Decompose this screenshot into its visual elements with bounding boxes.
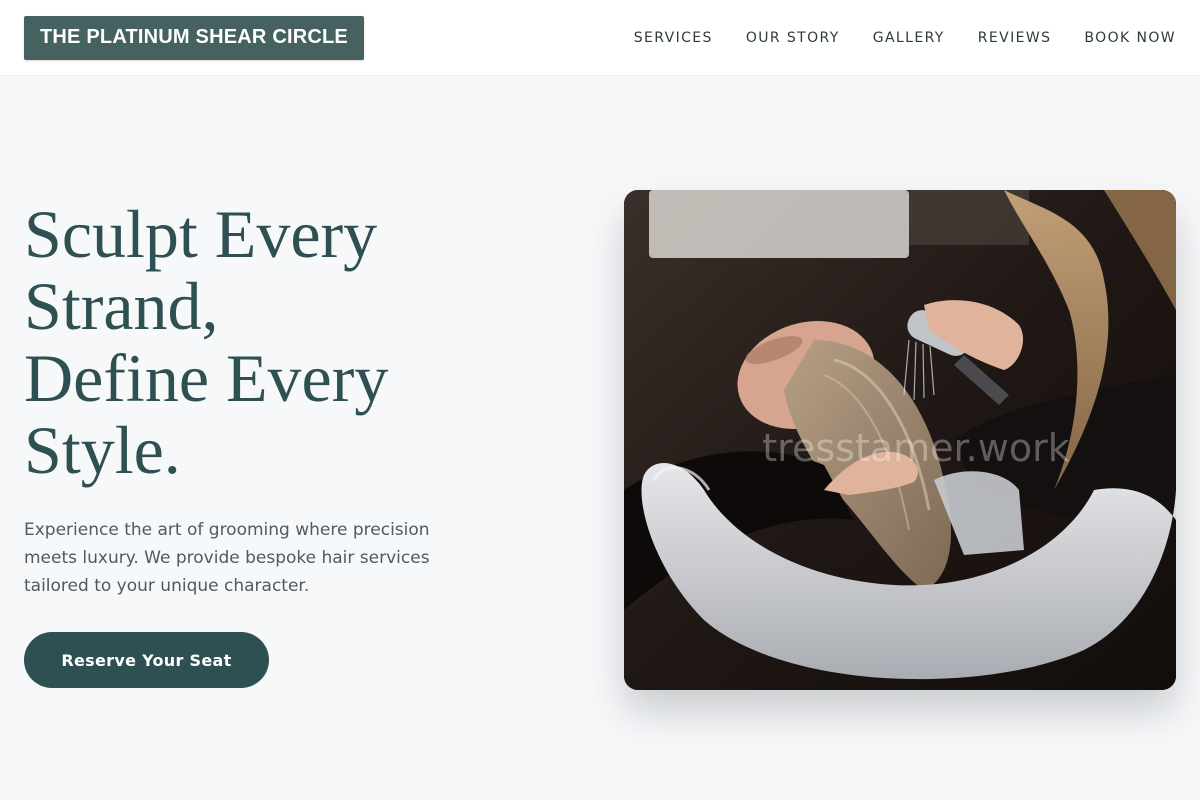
nav-link-our-story[interactable]: OUR STORY <box>746 30 840 46</box>
hero-headline-line: Style. <box>24 412 181 488</box>
hero-photo: tresstamer.work <box>624 190 1176 690</box>
nav-link-book-now[interactable]: BOOK NOW <box>1084 30 1176 46</box>
hero-headline-line: Define Every <box>24 340 389 416</box>
hero-text: Sculpt Every Strand, Define Every Style.… <box>24 198 494 688</box>
hero-description: Experience the art of grooming where pre… <box>24 520 430 596</box>
brand-logo[interactable]: THE PLATINUM SHEAR CIRCLE <box>24 15 364 60</box>
main-nav: SERVICES OUR STORY GALLERY REVIEWS BOOK … <box>634 30 1176 46</box>
hero-headline-line: Sculpt Every <box>24 196 378 272</box>
hero-headline-line: Strand, <box>24 268 219 344</box>
photo-watermark: tresstamer.work <box>762 426 1070 470</box>
nav-link-gallery[interactable]: GALLERY <box>873 30 945 46</box>
hero-headline: Sculpt Every Strand, Define Every Style. <box>24 198 494 486</box>
nav-link-reviews[interactable]: REVIEWS <box>978 30 1052 46</box>
site-header: THE PLATINUM SHEAR CIRCLE SERVICES OUR S… <box>0 0 1200 76</box>
nav-link-services[interactable]: SERVICES <box>634 30 713 46</box>
reserve-seat-button[interactable]: Reserve Your Seat <box>24 632 269 688</box>
